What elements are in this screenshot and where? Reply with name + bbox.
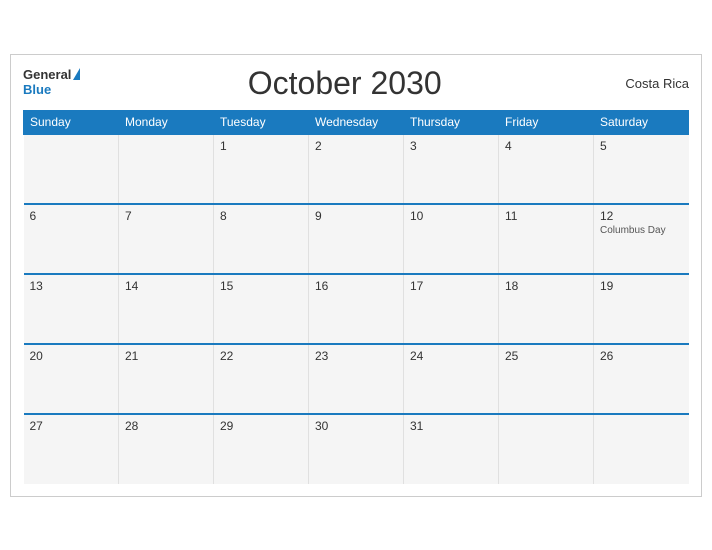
calendar-cell: 13 (24, 274, 119, 344)
weekday-header-row: SundayMondayTuesdayWednesdayThursdayFrid… (24, 110, 689, 134)
day-number: 4 (505, 139, 587, 153)
calendar-cell: 7 (119, 204, 214, 274)
day-number: 23 (315, 349, 397, 363)
calendar-cell: 24 (404, 344, 499, 414)
day-number: 22 (220, 349, 302, 363)
calendar-cell: 27 (24, 414, 119, 484)
calendar-cell (594, 414, 689, 484)
month-title: October 2030 (80, 65, 609, 102)
calendar-table: SundayMondayTuesdayWednesdayThursdayFrid… (23, 110, 689, 484)
country-label: Costa Rica (609, 76, 689, 91)
calendar-cell (24, 134, 119, 204)
calendar-week-row: 20 21 22 23 24 25 26 (24, 344, 689, 414)
calendar-cell: 12 Columbus Day (594, 204, 689, 274)
calendar-cell: 25 (499, 344, 594, 414)
calendar-week-row: 27 28 29 30 31 (24, 414, 689, 484)
day-number: 14 (125, 279, 207, 293)
day-number: 7 (125, 209, 207, 223)
day-number: 2 (315, 139, 397, 153)
day-number: 31 (410, 419, 492, 433)
calendar-week-row: 13 14 15 16 17 18 19 (24, 274, 689, 344)
weekday-header-thursday: Thursday (404, 110, 499, 134)
calendar-container: General Blue October 2030 Costa Rica Sun… (10, 54, 702, 497)
calendar-cell: 9 (309, 204, 404, 274)
weekday-header-tuesday: Tuesday (214, 110, 309, 134)
calendar-cell (119, 134, 214, 204)
calendar-cell: 3 (404, 134, 499, 204)
day-number: 16 (315, 279, 397, 293)
calendar-cell: 28 (119, 414, 214, 484)
day-number: 20 (30, 349, 113, 363)
calendar-cell: 22 (214, 344, 309, 414)
calendar-cell (499, 414, 594, 484)
weekday-header-wednesday: Wednesday (309, 110, 404, 134)
calendar-cell: 5 (594, 134, 689, 204)
day-number: 3 (410, 139, 492, 153)
calendar-cell: 26 (594, 344, 689, 414)
logo-blue: Blue (23, 82, 51, 97)
calendar-cell: 17 (404, 274, 499, 344)
day-number: 9 (315, 209, 397, 223)
weekday-header-sunday: Sunday (24, 110, 119, 134)
day-number: 28 (125, 419, 207, 433)
day-number: 5 (600, 139, 683, 153)
calendar-cell: 11 (499, 204, 594, 274)
calendar-cell: 4 (499, 134, 594, 204)
calendar-cell: 14 (119, 274, 214, 344)
day-number: 21 (125, 349, 207, 363)
calendar-cell: 23 (309, 344, 404, 414)
day-number: 11 (505, 209, 587, 223)
day-number: 13 (30, 279, 113, 293)
day-number: 18 (505, 279, 587, 293)
calendar-cell: 21 (119, 344, 214, 414)
calendar-cell: 18 (499, 274, 594, 344)
day-number: 17 (410, 279, 492, 293)
day-number: 19 (600, 279, 683, 293)
day-number: 1 (220, 139, 302, 153)
day-number: 26 (600, 349, 683, 363)
day-number: 27 (30, 419, 113, 433)
logo-area: General Blue (23, 68, 80, 99)
day-number: 10 (410, 209, 492, 223)
calendar-cell: 29 (214, 414, 309, 484)
calendar-cell: 15 (214, 274, 309, 344)
day-number: 29 (220, 419, 302, 433)
day-number: 12 (600, 209, 683, 223)
day-number: 24 (410, 349, 492, 363)
logo-triangle-icon (73, 68, 80, 80)
calendar-cell: 10 (404, 204, 499, 274)
day-number: 15 (220, 279, 302, 293)
calendar-week-row: 12345 (24, 134, 689, 204)
calendar-cell: 8 (214, 204, 309, 274)
calendar-cell: 1 (214, 134, 309, 204)
logo-general: General (23, 68, 71, 81)
weekday-header-saturday: Saturday (594, 110, 689, 134)
day-number: 6 (30, 209, 113, 223)
calendar-cell: 2 (309, 134, 404, 204)
event-label: Columbus Day (600, 225, 683, 236)
calendar-thead: SundayMondayTuesdayWednesdayThursdayFrid… (24, 110, 689, 134)
calendar-cell: 30 (309, 414, 404, 484)
calendar-cell: 31 (404, 414, 499, 484)
calendar-body: 123456789101112Columbus Day1314151617181… (24, 134, 689, 484)
calendar-cell: 19 (594, 274, 689, 344)
day-number: 8 (220, 209, 302, 223)
calendar-week-row: 6789 10 11 12 Columbus Day (24, 204, 689, 274)
calendar-cell: 16 (309, 274, 404, 344)
day-number: 30 (315, 419, 397, 433)
calendar-header: General Blue October 2030 Costa Rica (23, 65, 689, 102)
day-number: 25 (505, 349, 587, 363)
weekday-header-friday: Friday (499, 110, 594, 134)
calendar-cell: 6 (24, 204, 119, 274)
weekday-header-monday: Monday (119, 110, 214, 134)
calendar-cell: 20 (24, 344, 119, 414)
